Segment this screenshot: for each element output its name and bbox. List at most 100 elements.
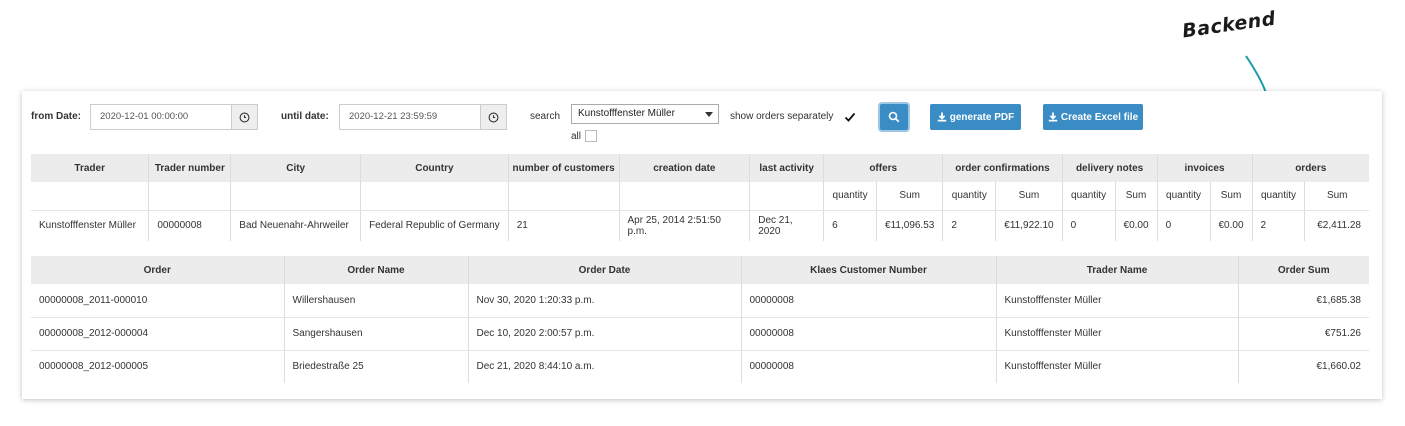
summary-data-row: Kunstofffenster Müller 00000008 Bad Neue…	[31, 210, 1369, 241]
offers-quantity-cell: 6	[823, 210, 878, 241]
subheader-empty	[148, 182, 232, 211]
trader-name-cell: Kunstofffenster Müller	[996, 317, 1239, 351]
subheader-quantity: quantity	[1252, 182, 1306, 211]
col-offers: offers	[823, 154, 944, 182]
show-orders-separately-checkbox[interactable]	[844, 111, 856, 123]
filter-bar: from Date: 2020-12-01 00:00:00 until dat…	[22, 101, 1382, 142]
from-date-picker[interactable]: 2020-12-01 00:00:00	[90, 104, 258, 130]
order-date-cell: Dec 10, 2020 2:00:57 p.m.	[468, 317, 742, 351]
subheader-sum: Sum	[995, 182, 1063, 211]
order-name-cell: Sangershausen	[284, 317, 469, 351]
delivery-sum-cell: €0.00	[1115, 210, 1158, 241]
show-orders-separately-label: show orders separately	[730, 111, 834, 122]
orders-quantity-cell: 2	[1252, 210, 1306, 241]
until-date-clock-button[interactable]	[480, 105, 506, 129]
trader-name-cell: Kunstofffenster Müller	[996, 284, 1239, 318]
report-panel: from Date: 2020-12-01 00:00:00 until dat…	[22, 91, 1382, 399]
table-row[interactable]: 00000008_2012-000004 Sangershausen Dec 1…	[31, 317, 1369, 351]
invoices-sum-cell: €0.00	[1210, 210, 1253, 241]
download-icon	[1048, 112, 1058, 122]
order-date-cell: Dec 21, 2020 8:44:10 a.m.	[468, 350, 742, 383]
order-date-cell: Nov 30, 2020 1:20:33 p.m.	[468, 284, 742, 318]
table-row[interactable]: 00000008_2012-000005 Briedestraße 25 Dec…	[31, 350, 1369, 383]
generate-pdf-button[interactable]: generate PDF	[930, 104, 1021, 130]
confirmations-sum-cell: €11,922.10	[995, 210, 1063, 241]
order-sum-cell: €1,685.38	[1238, 284, 1369, 318]
customer-number-cell: 00000008	[741, 284, 997, 318]
summary-subheader-row: quantity Sum quantity Sum quantity Sum q…	[31, 182, 1369, 211]
subheader-quantity: quantity	[942, 182, 997, 211]
until-date-label: until date:	[281, 111, 329, 122]
chevron-down-icon	[705, 112, 713, 117]
subheader-empty	[360, 182, 509, 211]
generate-pdf-label: generate PDF	[949, 111, 1015, 123]
clock-icon	[488, 112, 499, 122]
download-icon	[937, 112, 946, 122]
subheader-empty	[230, 182, 362, 211]
subheader-sum: Sum	[1115, 182, 1158, 211]
table-row[interactable]: 00000008_2011-000010 Willershausen Nov 3…	[31, 284, 1369, 318]
customer-number-cell: 00000008	[741, 350, 997, 383]
subheader-empty	[31, 182, 150, 211]
subheader-quantity: quantity	[823, 182, 878, 211]
col-orders: orders	[1252, 154, 1369, 182]
all-checkbox[interactable]	[585, 130, 597, 142]
search-button[interactable]	[880, 104, 908, 130]
orders-sum-cell: €2,411.28	[1317, 220, 1361, 232]
col-klaes-customer-number: Klaes Customer Number	[741, 256, 997, 284]
delivery-quantity-cell: 0	[1062, 210, 1116, 241]
order-cell: 00000008_2012-000004	[31, 317, 285, 351]
col-trader-name: Trader Name	[996, 256, 1239, 284]
create-excel-button[interactable]: Create Excel file	[1043, 104, 1143, 130]
create-excel-label: Create Excel file	[1060, 111, 1139, 123]
subheader-sum: Sum	[1210, 182, 1253, 211]
customer-number-cell: 00000008	[741, 317, 997, 351]
col-order-name: Order Name	[284, 256, 469, 284]
order-name-cell: Willershausen	[284, 284, 469, 318]
from-date-clock-button[interactable]	[231, 105, 257, 129]
col-trader: Trader	[31, 154, 150, 182]
subheader-sum: Sum	[1304, 182, 1369, 211]
trader-name-cell: Kunstofffenster Müller	[996, 350, 1239, 383]
subheader-empty	[508, 182, 620, 211]
col-order-sum: Order Sum	[1238, 256, 1369, 284]
col-city: City	[230, 154, 362, 182]
search-label: search	[530, 111, 561, 122]
country-cell: Federal Republic of Germany	[360, 210, 509, 241]
order-name-cell: Briedestraße 25	[284, 350, 469, 383]
trader-number-cell: 00000008	[148, 210, 232, 241]
city-cell: Bad Neuenahr-Ahrweiler	[230, 210, 362, 241]
trader-select[interactable]: Kunstofffenster Müller	[571, 104, 719, 124]
col-creation-date: creation date	[619, 154, 751, 182]
col-order: Order	[31, 256, 285, 284]
orders-table: Order Order Name Order Date Klaes Custom…	[31, 256, 1369, 383]
last-activity-cell: Dec 21, 2020	[749, 210, 825, 241]
col-order-date: Order Date	[468, 256, 742, 284]
trader-summary-table: Trader Trader number City Country number…	[31, 154, 1369, 241]
col-trader-number: Trader number	[148, 154, 232, 182]
invoices-quantity-cell: 0	[1157, 210, 1211, 241]
order-sum-cell: €1,660.02	[1316, 361, 1362, 373]
order-cell: 00000008_2012-000005	[31, 350, 285, 383]
creation-date-cell: Apr 25, 2014 2:51:50 p.m.	[619, 210, 751, 241]
col-invoices: invoices	[1157, 154, 1253, 182]
trader-select-value: Kunstofffenster Müller	[578, 108, 675, 119]
confirmations-quantity-cell: 2	[942, 210, 997, 241]
order-sum-cell: €751.26	[1238, 317, 1369, 351]
offers-sum-cell: €11,096.53	[876, 210, 944, 241]
from-date-input[interactable]: 2020-12-01 00:00:00	[91, 105, 231, 129]
clock-icon	[239, 112, 250, 122]
until-date-picker[interactable]: 2020-12-21 23:59:59	[339, 104, 507, 130]
until-date-input[interactable]: 2020-12-21 23:59:59	[340, 105, 480, 129]
col-order-confirmations: order confirmations	[942, 154, 1063, 182]
subheader-empty	[619, 182, 751, 211]
col-delivery-notes: delivery notes	[1062, 154, 1158, 182]
subheader-quantity: quantity	[1157, 182, 1211, 211]
orders-header-row: Order Order Name Order Date Klaes Custom…	[31, 256, 1369, 284]
search-icon	[888, 111, 900, 123]
subheader-sum: Sum	[876, 182, 944, 211]
trader-cell: Kunstofffenster Müller	[31, 210, 150, 241]
all-label: all	[571, 131, 582, 142]
backend-annotation: Backend	[1180, 7, 1278, 43]
order-cell: 00000008_2011-000010	[31, 284, 285, 318]
